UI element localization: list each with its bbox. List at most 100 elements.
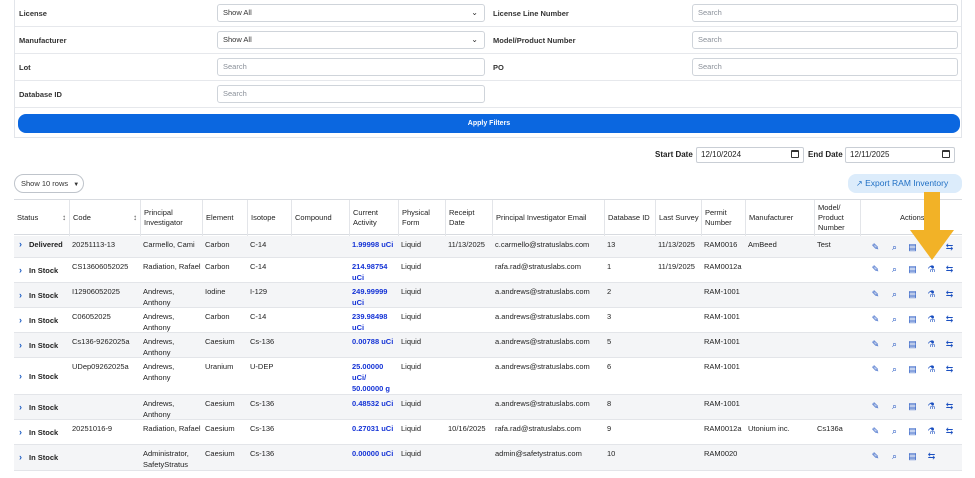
sort-icon[interactable]: ↕ [133,213,137,223]
table-row[interactable]: › In Stock Cs136-9262025a Andrews, Anthony C… [14,333,962,358]
transfer-icon[interactable]: ⇆ [944,364,955,375]
flask-icon[interactable]: ⚗ [926,314,937,325]
table-row[interactable]: › In Stock CS13606052025 Radiation, Rafael C… [14,258,962,283]
table-row[interactable]: › In Stock C06052025 Andrews, Anthony Carbon… [14,308,962,333]
cell-email[interactable]: rafa.rad@stratuslabs.com [495,261,603,272]
cell-email[interactable]: c.carmello@stratuslabs.com [495,239,603,250]
search-icon[interactable]: ⌕ [889,289,900,300]
cell-email[interactable]: a.andrews@stratuslabs.com [495,336,603,347]
model-input[interactable]: Search [692,31,958,49]
edit-icon[interactable]: ✎ [870,264,881,275]
lot-input[interactable]: Search [217,58,485,76]
cell-email[interactable]: admin@safetystratus.com [495,448,603,459]
table-row[interactable]: › In Stock UDep09262025a Andrews, Anthony Ur… [14,358,962,395]
edit-icon[interactable]: ✎ [870,364,881,375]
flask-icon[interactable]: ⚗ [926,264,937,275]
search-icon[interactable]: ⌕ [889,426,900,437]
column-header[interactable]: Code ↕ [69,200,140,236]
cell-pi: Andrews, Anthony [143,399,175,419]
po-label: PO [493,63,504,72]
edit-icon[interactable]: ✎ [870,242,881,253]
edit-icon[interactable]: ✎ [870,289,881,300]
column-header: Current Activity [349,200,398,236]
transfer-icon[interactable]: ⇆ [944,339,955,350]
delete-icon[interactable]: ▤ [907,264,918,275]
column-header[interactable]: Status ↕ [14,200,69,236]
expand-row-icon[interactable]: › [19,340,22,350]
table-row[interactable]: › In Stock Administrator, SafetyStratus Cae… [14,445,962,471]
flask-icon[interactable]: ⚗ [926,339,937,350]
show-rows-select[interactable]: Show 10 rows ▼ [14,174,84,193]
column-header: Receipt Date [445,200,492,236]
search-icon[interactable]: ⌕ [889,242,900,253]
expand-row-icon[interactable]: › [19,290,22,300]
delete-icon[interactable]: ▤ [907,364,918,375]
calendar-icon[interactable] [942,150,950,158]
license-select[interactable]: Show All ⌄ [217,4,485,22]
cell-email[interactable]: a.andrews@stratuslabs.com [495,398,603,409]
po-input[interactable]: Search [692,58,958,76]
export-ram-inventory-button[interactable]: ↗ Export RAM Inventory [848,174,962,193]
column-header-label: Model/ Product Number [818,203,845,232]
flask-icon[interactable]: ⚗ [926,426,937,437]
transfer-icon[interactable]: ⇆ [944,426,955,437]
table-row[interactable]: › In Stock I12906052025 Andrews, Anthony Iod… [14,283,962,308]
cell-email[interactable]: rafa.rad@stratuslabs.com [495,423,603,434]
cell-email[interactable]: a.andrews@stratuslabs.com [495,311,603,322]
expand-row-icon[interactable]: › [19,427,22,437]
edit-icon[interactable]: ✎ [870,314,881,325]
edit-icon[interactable]: ✎ [870,426,881,437]
filter-row-manufacturer: Manufacturer Show All ⌄ Model/Product Nu… [15,27,961,54]
cell-pi: Radiation, Rafael [143,424,201,433]
table-row[interactable]: › In Stock Andrews, Anthony Caesium Cs-136 0.… [14,395,962,420]
start-date-input[interactable]: 12/10/2024 [696,147,804,163]
cell-email[interactable]: a.andrews@stratuslabs.com [495,286,603,297]
edit-icon[interactable]: ✎ [870,339,881,350]
expand-row-icon[interactable]: › [19,315,22,325]
search-icon[interactable]: ⌕ [889,364,900,375]
table-row[interactable]: › In Stock 20251016-9 Radiation, Rafael Caes… [14,420,962,445]
transfer-icon[interactable]: ⇆ [926,451,937,462]
cell-pi: Administrator, SafetyStratus [143,449,189,469]
license-line-input[interactable]: Search [692,4,958,22]
edit-icon[interactable]: ✎ [870,451,881,462]
end-date-input[interactable]: 12/11/2025 [845,147,955,163]
flask-icon[interactable]: ⚗ [926,401,937,412]
expand-row-icon[interactable]: › [19,239,22,249]
transfer-icon[interactable]: ⇆ [944,289,955,300]
expand-row-icon[interactable]: › [19,402,22,412]
cell-isotope: C-14 [250,240,267,249]
cell-isotope: C-14 [250,262,267,271]
expand-row-icon[interactable]: › [19,371,22,381]
delete-icon[interactable]: ▤ [907,401,918,412]
delete-icon[interactable]: ▤ [907,451,918,462]
end-date-value: 12/11/2025 [850,150,890,159]
cell-status: In Stock [29,341,59,350]
apply-filters-button[interactable]: Apply Filters [18,114,960,133]
search-icon[interactable]: ⌕ [889,401,900,412]
search-icon[interactable]: ⌕ [889,339,900,350]
calendar-icon[interactable] [791,150,799,158]
transfer-icon[interactable]: ⇆ [944,314,955,325]
delete-icon[interactable]: ▤ [907,289,918,300]
expand-row-icon[interactable]: › [19,265,22,275]
delete-icon[interactable]: ▤ [907,339,918,350]
search-icon[interactable]: ⌕ [889,451,900,462]
delete-icon[interactable]: ▤ [907,426,918,437]
flask-icon[interactable]: ⚗ [926,289,937,300]
expand-row-icon[interactable]: › [19,452,22,462]
search-icon[interactable]: ⌕ [889,314,900,325]
search-icon[interactable]: ⌕ [889,264,900,275]
row-actions: ✎ ⌕ ▤ ⚗ ⇆ [865,264,955,276]
edit-icon[interactable]: ✎ [870,401,881,412]
chevron-down-icon: ⌄ [471,35,478,44]
cell-email[interactable]: a.andrews@stratuslabs.com [495,361,603,372]
transfer-icon[interactable]: ⇆ [944,401,955,412]
transfer-icon[interactable]: ⇆ [944,264,955,275]
sort-icon[interactable]: ↕ [62,213,66,223]
dbid-input[interactable]: Search [217,85,485,103]
flask-icon[interactable]: ⚗ [926,364,937,375]
delete-icon[interactable]: ▤ [907,314,918,325]
table-row[interactable]: › Delivered 20251113-13 Carmello, Cami Carbo… [14,236,962,258]
manufacturer-select[interactable]: Show All ⌄ [217,31,485,49]
